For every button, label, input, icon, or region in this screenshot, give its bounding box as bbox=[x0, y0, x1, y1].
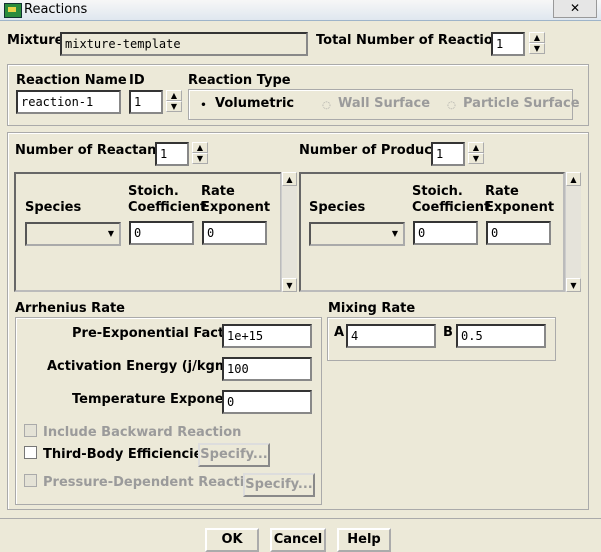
chevron-down-icon: ▼ bbox=[107, 229, 115, 238]
stepper-down-icon[interactable]: ▼ bbox=[192, 153, 208, 164]
reaction-name-input[interactable]: reaction-1 bbox=[16, 90, 121, 114]
pressure-dependent-checkbox[interactable]: Pressure-Dependent Reaction bbox=[24, 474, 262, 490]
app-icon bbox=[4, 3, 22, 18]
reactants-rate-input[interactable]: 0 bbox=[202, 221, 267, 245]
close-button[interactable]: ✕ bbox=[553, 0, 597, 18]
products-species-dropdown[interactable]: ▼ bbox=[309, 222, 405, 246]
reactants-scrollbar[interactable]: ▲ ▼ bbox=[281, 172, 297, 292]
radio-wall-surface[interactable]: ◌ Wall Surface bbox=[321, 96, 430, 112]
reactants-stoich-input[interactable]: 0 bbox=[129, 221, 194, 245]
mixing-b-label: B bbox=[443, 325, 453, 340]
pressure-specify-button[interactable]: Specify... bbox=[243, 473, 315, 497]
radio-empty-icon: ◌ bbox=[322, 100, 331, 111]
products-count-input[interactable]: 1 bbox=[431, 142, 465, 166]
total-reactions-input[interactable]: 1 bbox=[491, 32, 525, 56]
checkbox-icon bbox=[24, 424, 37, 437]
stepper-up-icon[interactable]: ▲ bbox=[529, 32, 545, 43]
title-bar: Reactions ✕ bbox=[0, 0, 601, 21]
mixing-a-input[interactable]: 4 bbox=[346, 324, 436, 348]
total-reactions-label: Total Number of Reactions bbox=[316, 33, 510, 48]
total-reactions-stepper[interactable]: ▲ ▼ bbox=[529, 32, 545, 54]
activation-energy-input[interactable]: 100 bbox=[222, 357, 312, 381]
mixing-a-label: A bbox=[334, 325, 345, 340]
products-species-header: Species bbox=[309, 200, 366, 215]
activation-energy-label: Activation Energy (j/kgmol) bbox=[47, 359, 248, 374]
pre-exp-label: Pre-Exponential Factor bbox=[72, 326, 240, 341]
temp-exp-input[interactable]: 0 bbox=[222, 390, 312, 414]
temp-exp-label: Temperature Exponent bbox=[72, 392, 240, 407]
cancel-button[interactable]: Cancel bbox=[270, 528, 326, 552]
third-body-checkbox[interactable]: Third-Body Efficiencies bbox=[24, 446, 210, 462]
mixing-rate-label: Mixing Rate bbox=[328, 301, 416, 316]
radio-particle-surface[interactable]: ◌ Particle Surface bbox=[446, 96, 579, 112]
third-body-specify-button[interactable]: Specify... bbox=[198, 443, 270, 467]
products-label: Number of Products bbox=[299, 143, 446, 158]
reactants-rate-header-2: Exponent bbox=[201, 200, 271, 215]
divider bbox=[0, 518, 601, 519]
reactants-label: Number of Reactants bbox=[15, 143, 171, 158]
mixture-label: Mixture bbox=[7, 33, 64, 48]
chevron-down-icon: ▼ bbox=[391, 229, 399, 238]
stepper-down-icon[interactable]: ▼ bbox=[468, 153, 484, 164]
arrhenius-label: Arrhenius Rate bbox=[15, 301, 125, 316]
products-rate-input[interactable]: 0 bbox=[486, 221, 551, 245]
products-stoich-header-1: Stoich. bbox=[412, 184, 463, 199]
pre-exp-input[interactable]: 1e+15 bbox=[222, 324, 312, 348]
stepper-up-icon[interactable]: ▲ bbox=[192, 142, 208, 153]
stepper-up-icon[interactable]: ▲ bbox=[468, 142, 484, 153]
products-rate-header-2: Exponent bbox=[485, 200, 555, 215]
products-stepper[interactable]: ▲ ▼ bbox=[468, 142, 484, 164]
scroll-up-icon[interactable]: ▲ bbox=[566, 172, 581, 186]
reactants-species-dropdown[interactable]: ▼ bbox=[25, 222, 121, 246]
reactants-count-input[interactable]: 1 bbox=[155, 142, 189, 166]
window-title: Reactions bbox=[24, 2, 88, 17]
checkbox-icon bbox=[24, 446, 37, 459]
id-input[interactable]: 1 bbox=[129, 90, 163, 114]
stepper-down-icon[interactable]: ▼ bbox=[166, 101, 182, 112]
stepper-up-icon[interactable]: ▲ bbox=[166, 90, 182, 101]
radio-empty-icon: ◌ bbox=[447, 100, 456, 111]
reactants-rate-header-1: Rate bbox=[201, 184, 235, 199]
radio-selected-icon: • bbox=[200, 100, 207, 111]
products-stoich-header-2: Coefficient bbox=[412, 200, 491, 215]
reaction-name-label: Reaction Name bbox=[16, 73, 127, 88]
stepper-down-icon[interactable]: ▼ bbox=[529, 43, 545, 54]
help-button[interactable]: Help bbox=[337, 528, 391, 552]
products-scrollbar[interactable]: ▲ ▼ bbox=[565, 172, 581, 292]
radio-volumetric[interactable]: • Volumetric bbox=[198, 96, 294, 112]
products-stoich-input[interactable]: 0 bbox=[413, 221, 478, 245]
id-label: ID bbox=[129, 73, 145, 88]
mixture-field: mixture-template bbox=[60, 32, 308, 56]
checkbox-icon bbox=[24, 474, 37, 487]
reactants-stoich-header-2: Coefficient bbox=[128, 200, 207, 215]
reactants-species-header: Species bbox=[25, 200, 82, 215]
scroll-down-icon[interactable]: ▼ bbox=[566, 278, 581, 292]
scroll-up-icon[interactable]: ▲ bbox=[282, 172, 297, 186]
reactants-stoich-header-1: Stoich. bbox=[128, 184, 179, 199]
mixing-b-input[interactable]: 0.5 bbox=[456, 324, 546, 348]
id-stepper[interactable]: ▲ ▼ bbox=[166, 90, 182, 112]
ok-button[interactable]: OK bbox=[205, 528, 259, 552]
products-rate-header-1: Rate bbox=[485, 184, 519, 199]
reaction-type-label: Reaction Type bbox=[188, 73, 291, 88]
reactants-stepper[interactable]: ▲ ▼ bbox=[192, 142, 208, 164]
scroll-down-icon[interactable]: ▼ bbox=[282, 278, 297, 292]
reactions-dialog: Reactions ✕ Mixture mixture-template Tot… bbox=[0, 0, 601, 552]
include-backward-checkbox[interactable]: Include Backward Reaction bbox=[24, 424, 241, 440]
